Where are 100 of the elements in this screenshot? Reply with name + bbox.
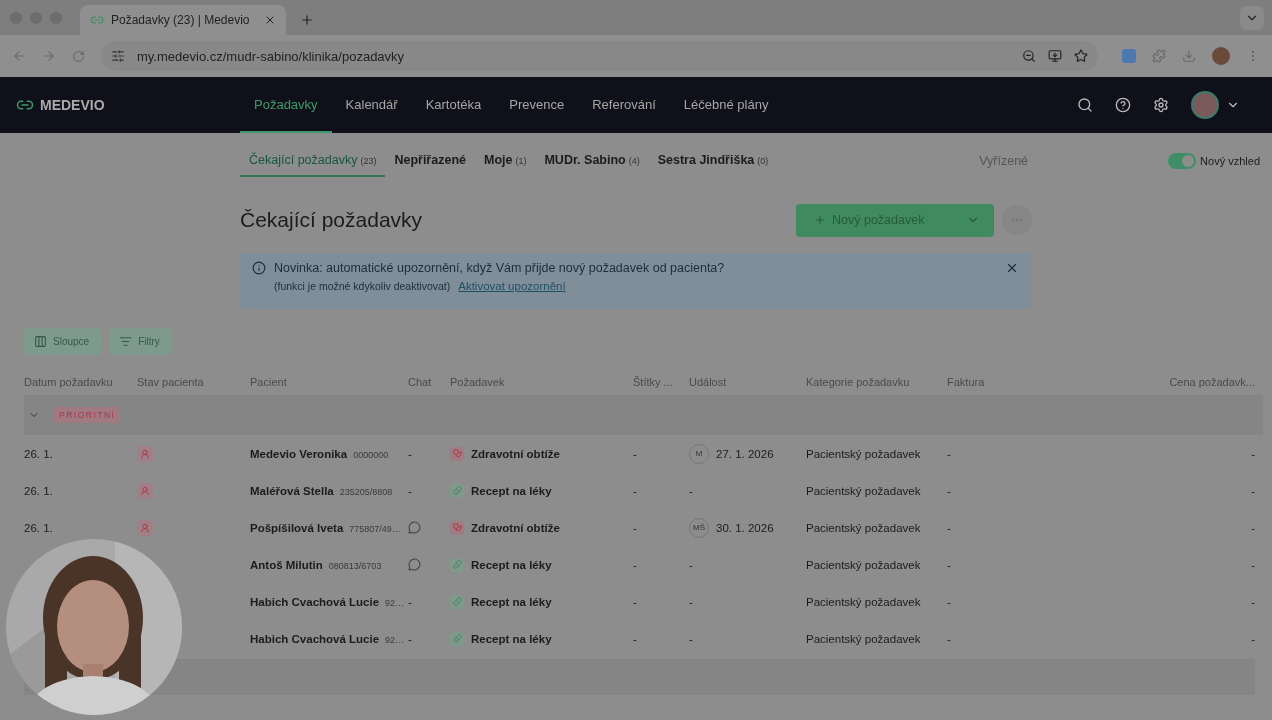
patient-name[interactable]: Habich Cvachová Lucie xyxy=(250,632,380,645)
date-text: 26. 1. xyxy=(24,447,54,460)
column-header[interactable]: Pacient xyxy=(250,376,408,388)
close-icon[interactable] xyxy=(1005,261,1019,275)
patient-name[interactable]: Pošpíšilová Iveta xyxy=(250,521,344,534)
tags-text: - xyxy=(633,521,638,534)
page-title: Čekající požadavky xyxy=(240,208,424,232)
toggle-switch[interactable] xyxy=(1168,153,1197,169)
new-tab-icon[interactable] xyxy=(300,13,314,27)
patient-name[interactable]: Maléřová Stella xyxy=(250,484,334,497)
patient-id: 235205/8808 xyxy=(339,486,393,497)
request-type: Recept na léky xyxy=(471,632,552,645)
chat-text: - xyxy=(408,447,413,460)
browser-tab[interactable]: Požadavky (23) | Medevio xyxy=(80,5,286,35)
request-type: Recept na léky xyxy=(471,484,552,497)
columns-button[interactable]: Sloupce xyxy=(24,328,102,355)
profile-avatar[interactable] xyxy=(1212,47,1230,65)
help-icon[interactable] xyxy=(1115,97,1131,113)
filter-tab[interactable]: Čekající požadavky (23) xyxy=(240,145,386,177)
info-icon xyxy=(252,261,266,275)
back-icon[interactable] xyxy=(12,49,26,63)
activate-link[interactable]: Aktivovat upozornění xyxy=(458,280,566,292)
nav-tab[interactable]: Léčebné plány xyxy=(669,77,783,133)
event-text: 30. 1. 2026 xyxy=(716,521,774,534)
patient-id: 92… xyxy=(385,634,405,645)
plus-icon xyxy=(814,214,826,226)
nav-tab[interactable]: Prevence xyxy=(495,77,579,133)
nav-tab[interactable]: Požadavky xyxy=(240,77,332,133)
event-text: 27. 1. 2026 xyxy=(716,447,774,460)
tab-title: Požadavky (23) | Medevio xyxy=(111,13,251,27)
column-header[interactable]: Kategorie požadavku xyxy=(806,376,947,388)
reload-icon[interactable] xyxy=(72,49,85,63)
price-text: - xyxy=(1250,484,1255,497)
toggle-label: Nový vzhled xyxy=(1200,155,1260,167)
close-tab-icon[interactable] xyxy=(264,14,276,26)
forward-icon[interactable] xyxy=(42,49,56,63)
patient-id: 080813/6703 xyxy=(328,560,382,571)
url-text: my.medevio.cz/mudr-sabino/klinika/pozadavky xyxy=(137,48,406,64)
price-text: - xyxy=(1250,447,1255,460)
patient-id: 92… xyxy=(385,597,405,608)
category-text: Pacientský požadavek xyxy=(806,595,922,608)
nav-tab[interactable]: Referování xyxy=(578,77,670,133)
chat-icon[interactable] xyxy=(408,558,421,571)
invoice-text: - xyxy=(947,447,952,460)
chat-text: - xyxy=(408,595,413,608)
tags-text: - xyxy=(633,484,638,497)
column-header[interactable]: Datum požadavku xyxy=(24,376,137,388)
address-bar[interactable]: my.medevio.cz/mudr-sabino/klinika/pozadavky xyxy=(101,41,1098,71)
bookmark-star-icon[interactable] xyxy=(1074,49,1088,63)
invoice-text: - xyxy=(947,521,952,534)
site-settings-icon[interactable] xyxy=(111,49,125,63)
invoice-text: - xyxy=(947,632,952,645)
patient-name[interactable]: Antoš Milutin xyxy=(250,558,323,571)
link-icon xyxy=(90,13,104,27)
category-text: Pacientský požadavek xyxy=(806,632,922,645)
patient-name[interactable]: Habich Cvachová Lucie xyxy=(250,595,380,608)
stethoscope-icon xyxy=(450,446,464,461)
zoom-icon[interactable] xyxy=(1022,49,1036,63)
search-icon[interactable] xyxy=(1077,97,1093,113)
filter-tab[interactable]: Nepřiřazené xyxy=(385,145,475,177)
filter-icon xyxy=(119,335,133,348)
category-text: Pacientský požadavek xyxy=(806,484,922,497)
column-header[interactable]: Štítky ... xyxy=(633,376,689,388)
filters-button[interactable]: Filtry xyxy=(109,328,172,355)
settings-icon[interactable] xyxy=(1153,97,1169,113)
request-type: Recept na léky xyxy=(471,558,552,571)
patient-name[interactable]: Medevio Veronika xyxy=(250,447,348,460)
download-icon[interactable] xyxy=(1182,49,1196,63)
column-header[interactable]: Cena požadavk... xyxy=(1155,376,1255,388)
column-header[interactable]: Faktura xyxy=(947,376,1155,388)
tab-search-button[interactable] xyxy=(1240,5,1264,30)
pill-icon xyxy=(450,483,464,498)
filter-tab[interactable]: Moje (1) xyxy=(474,145,536,177)
filter-tab[interactable]: MUDr. Sabino (4) xyxy=(535,145,649,177)
patient-id: 775807/49… xyxy=(349,523,401,534)
category-text: Pacientský požadavek xyxy=(806,558,922,571)
pill-icon xyxy=(450,557,464,572)
tags-text: - xyxy=(633,558,638,571)
price-text: - xyxy=(1250,521,1255,534)
nav-tab[interactable]: Kalendář xyxy=(331,77,412,133)
column-header[interactable]: Stav pacienta xyxy=(137,376,250,388)
category-text: Pacientský požadavek xyxy=(806,447,922,460)
request-type: Zdravotní obtíže xyxy=(471,447,560,460)
price-text: - xyxy=(1250,632,1255,645)
user-avatar[interactable] xyxy=(1191,91,1219,119)
column-header[interactable]: Požadavek xyxy=(450,376,633,388)
event-text: - xyxy=(689,632,693,645)
brand-name: MEDEVIO xyxy=(40,97,105,113)
install-icon[interactable] xyxy=(1048,49,1062,63)
filter-tab[interactable]: Sestra Jindřiška (0) xyxy=(648,145,778,177)
puzzle-icon[interactable] xyxy=(1152,49,1166,63)
column-header[interactable]: Událost xyxy=(689,376,806,388)
event-text: - xyxy=(689,558,693,571)
date-text: 26. 1. xyxy=(24,484,54,497)
event-text: - xyxy=(689,595,693,608)
nav-tab[interactable]: Kartotéka xyxy=(411,77,496,133)
chat-icon[interactable] xyxy=(408,521,421,534)
stethoscope-icon xyxy=(450,520,464,535)
column-header[interactable]: Chat xyxy=(408,376,450,388)
date-text: 26. 1. xyxy=(24,521,54,534)
